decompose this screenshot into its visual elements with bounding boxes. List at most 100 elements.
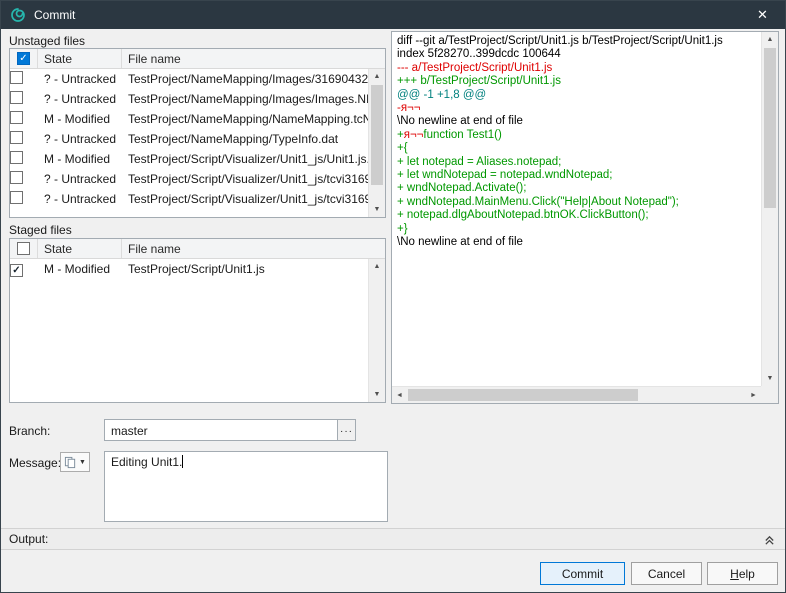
recent-messages-icon [64, 456, 77, 469]
file-state: ? - Untracked [38, 129, 122, 149]
column-header-filename[interactable]: File name [122, 49, 385, 68]
diff-content: diff --git a/TestProject/Script/Unit1.js… [397, 35, 759, 384]
scroll-down-icon[interactable]: ▼ [369, 202, 385, 217]
file-checkbox[interactable] [10, 171, 23, 184]
scroll-down-icon[interactable]: ▼ [762, 371, 778, 386]
text-caret [182, 455, 183, 468]
scroll-up-icon[interactable]: ▲ [369, 259, 385, 274]
diff-line: \No newline at end of file [397, 236, 759, 249]
chevron-up-icon [764, 535, 775, 546]
output-section-header: Output: [1, 528, 785, 550]
staged-files-table: State File name ✓ M - ModifiedTestProject… [9, 238, 386, 403]
diff-line: index 5f28270..399dcdc 100644 [397, 48, 759, 61]
message-input[interactable]: Editing Unit1. [104, 451, 388, 522]
file-name: TestProject/Script/Visualizer/Unit1_js/U… [122, 149, 368, 169]
file-state: ? - Untracked [38, 189, 122, 209]
column-header-filename[interactable]: File name [122, 239, 385, 258]
message-value: Editing Unit1. [111, 455, 182, 469]
file-name: TestProject/NameMapping/Images/Images.NM… [122, 89, 368, 109]
file-checkbox[interactable] [10, 131, 23, 144]
file-checkbox[interactable] [10, 71, 23, 84]
file-state: ? - Untracked [38, 89, 122, 109]
table-row[interactable]: M - ModifiedTestProject/Script/Visualize… [10, 149, 368, 169]
diff-line: + wndNotepad.MainMenu.Click("Help|About … [397, 196, 759, 209]
diff-line: + let notepad = Aliases.notepad; [397, 156, 759, 169]
scroll-up-icon[interactable]: ▲ [369, 69, 385, 84]
scrollbar-corner [761, 386, 778, 403]
diff-line: --- a/TestProject/Script/Unit1.js [397, 62, 759, 75]
scroll-left-icon[interactable]: ◄ [392, 387, 407, 403]
browse-branch-button[interactable]: ··· [337, 420, 355, 440]
file-state: ? - Untracked [38, 69, 122, 89]
file-checkbox[interactable] [10, 191, 23, 204]
file-state: M - Modified [38, 109, 122, 129]
diff-line: +я¬¬function Test1() [397, 129, 759, 142]
branch-value: master [105, 420, 355, 438]
scroll-down-icon[interactable]: ▼ [369, 387, 385, 402]
table-row[interactable]: ? - UntrackedTestProject/NameMapping/Typ… [10, 129, 368, 149]
staged-files-label: Staged files [9, 223, 72, 237]
column-header-state[interactable]: State [38, 49, 122, 68]
table-row[interactable]: ? - UntrackedTestProject/Script/Visualiz… [10, 169, 368, 189]
file-checkbox[interactable] [10, 91, 23, 104]
file-checkbox[interactable] [10, 151, 23, 164]
diff-line: @@ -1 +1,8 @@ [397, 89, 759, 102]
diff-line: -я¬¬ [397, 102, 759, 115]
file-checkbox[interactable]: ✓ [10, 264, 23, 277]
select-all-checkbox[interactable]: ✓ [17, 52, 30, 65]
select-all-cell [10, 239, 38, 258]
file-state: ? - Untracked [38, 169, 122, 189]
table-row[interactable]: ? - UntrackedTestProject/NameMapping/Ima… [10, 69, 368, 89]
diff-line: + notepad.dlgAboutNotepad.btnOK.ClickBut… [397, 209, 759, 222]
staged-vertical-scrollbar[interactable]: ▲ ▼ [368, 259, 385, 402]
unstaged-vertical-scrollbar[interactable]: ▲ ▼ [368, 69, 385, 217]
diff-horizontal-scrollbar[interactable]: ◄ ► [392, 386, 761, 403]
commit-button[interactable]: Commit [540, 562, 625, 585]
diff-line: + let wndNotepad = notepad.wndNotepad; [397, 169, 759, 182]
select-all-cell: ✓ [10, 49, 38, 68]
message-label: Message: [9, 456, 61, 470]
unstaged-files-label: Unstaged files [9, 34, 85, 48]
scroll-thumb[interactable] [371, 85, 383, 185]
file-name: TestProject/Script/Visualizer/Unit1_js/t… [122, 169, 368, 189]
select-all-checkbox[interactable] [17, 242, 30, 255]
diff-line: +} [397, 223, 759, 236]
column-header-state[interactable]: State [38, 239, 122, 258]
branch-field[interactable]: master ··· [104, 419, 356, 441]
table-row[interactable]: ? - UntrackedTestProject/NameMapping/Ima… [10, 89, 368, 109]
table-row[interactable]: M - ModifiedTestProject/NameMapping/Name… [10, 109, 368, 129]
scroll-thumb[interactable] [408, 389, 638, 401]
file-name: TestProject/NameMapping/Images/316904328… [122, 69, 368, 89]
diff-vertical-scrollbar[interactable]: ▲ ▼ [761, 32, 778, 386]
file-checkbox[interactable] [10, 111, 23, 124]
diff-viewer: diff --git a/TestProject/Script/Unit1.js… [391, 31, 779, 404]
branch-label: Branch: [9, 424, 50, 438]
help-button[interactable]: Help [707, 562, 778, 585]
titlebar: Commit ✕ [1, 1, 785, 29]
diff-line: +{ [397, 142, 759, 155]
commit-dialog-window: Commit ✕ Unstaged files ✓ State File nam… [0, 0, 786, 593]
diff-line: \No newline at end of file [397, 115, 759, 128]
output-label: Output: [9, 532, 48, 546]
close-button[interactable]: ✕ [740, 1, 785, 29]
unstaged-files-table: ✓ State File name ? - UntrackedTestProje… [9, 48, 386, 218]
diff-line: + wndNotepad.Activate(); [397, 182, 759, 195]
table-row[interactable]: ✓ M - ModifiedTestProject/Script/Unit1.js [10, 259, 368, 279]
table-row[interactable]: ? - UntrackedTestProject/Script/Visualiz… [10, 189, 368, 209]
file-name: TestProject/Script/Visualizer/Unit1_js/t… [122, 189, 368, 209]
window-title: Commit [34, 8, 75, 22]
dropdown-arrow-icon: ▼ [79, 459, 86, 466]
cancel-button[interactable]: Cancel [631, 562, 702, 585]
staged-rows: ✓ M - ModifiedTestProject/Script/Unit1.js [10, 259, 368, 402]
scroll-up-icon[interactable]: ▲ [762, 32, 778, 47]
file-state: M - Modified [38, 259, 122, 279]
staged-table-header: State File name [10, 239, 385, 259]
scroll-thumb[interactable] [764, 48, 776, 208]
file-state: M - Modified [38, 149, 122, 169]
recent-messages-button[interactable]: ▼ [60, 452, 90, 472]
scroll-right-icon[interactable]: ► [746, 387, 761, 403]
unstaged-rows: ? - UntrackedTestProject/NameMapping/Ima… [10, 69, 368, 217]
diff-line: +++ b/TestProject/Script/Unit1.js [397, 75, 759, 88]
collapse-output-button[interactable] [761, 532, 777, 548]
file-name: TestProject/Script/Unit1.js [122, 259, 368, 279]
